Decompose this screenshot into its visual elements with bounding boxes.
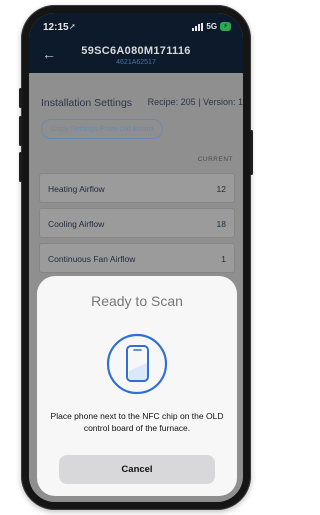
phone-volume-down-button [19, 152, 22, 182]
status-time: 12:15 [43, 22, 69, 33]
cellular-signal-icon [192, 22, 204, 31]
recipe-info: Recipe: 205 | Version: 1 [147, 97, 243, 107]
setting-row-continuous-fan[interactable]: Continuous Fan Airflow 1 [39, 243, 235, 273]
phone-volume-up-button [19, 116, 22, 146]
copy-settings-button[interactable]: Copy Settings From Old Board [41, 119, 164, 139]
column-header-current: CURRENT [197, 156, 233, 163]
phone-screen: 12:15 ➚ 5G ⚡ ← 59SC6A080M171116 4621A625… [29, 13, 243, 502]
setting-value: 1 [221, 254, 226, 264]
network-label: 5G [206, 22, 218, 31]
location-arrow-icon: ➚ [69, 22, 76, 31]
setting-label: Continuous Fan Airflow [48, 254, 136, 264]
setting-row-heating[interactable]: Heating Airflow 12 [39, 173, 235, 203]
setting-row-cooling[interactable]: Cooling Airflow 18 [39, 208, 235, 238]
battery-charging-icon: ⚡ [220, 22, 231, 31]
phone-scan-icon [106, 333, 168, 395]
app-header: 12:15 ➚ 5G ⚡ ← 59SC6A080M171116 4621A625… [29, 13, 243, 73]
nfc-scan-sheet: Ready to Scan Place phone next to the NF… [37, 276, 237, 496]
setting-label: Cooling Airflow [48, 219, 105, 229]
setting-value: 18 [216, 219, 226, 229]
phone-power-button [250, 130, 253, 175]
cancel-button[interactable]: Cancel [59, 455, 215, 484]
device-serial: 59SC6A080M171116 [81, 45, 191, 57]
phone-side-button [19, 88, 22, 108]
status-indicators: 5G ⚡ [192, 22, 231, 31]
section-title: Installation Settings [41, 97, 133, 109]
setting-label: Heating Airflow [48, 184, 105, 194]
sheet-title: Ready to Scan [91, 293, 183, 309]
scan-instruction: Place phone next to the NFC chip on the … [50, 411, 224, 433]
device-subserial: 4621A62517 [116, 59, 156, 66]
setting-value: 12 [216, 184, 226, 194]
